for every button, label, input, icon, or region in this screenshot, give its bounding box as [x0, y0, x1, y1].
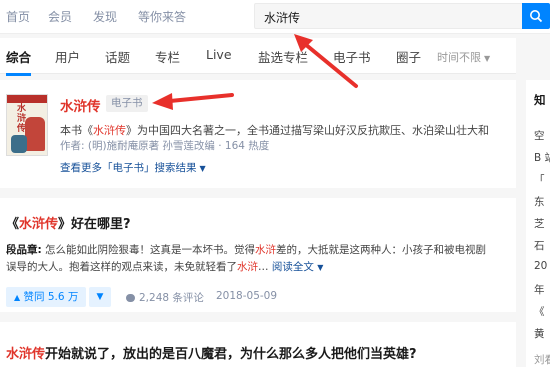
time-filter-label: 时间不限	[437, 51, 481, 64]
answer-date: 2018-05-09	[216, 290, 278, 302]
desc-pre: 本书《	[60, 124, 93, 137]
answer-excerpt[interactable]: 段品章: 怎么能如此阴险狠毒！这真是一本坏书。觉得水浒差的，大抵就是这两种人：小…	[6, 242, 511, 276]
answer-highlight-2: 水浒	[237, 261, 258, 273]
question-result-card: 《水浒传》好在哪里? 段品章: 怎么能如此阴险狠毒！这真是一本坏书。觉得水浒差的…	[0, 198, 516, 312]
sidebar-footer: 刘看	[534, 354, 550, 366]
chevron-down-icon: ▼	[199, 164, 206, 173]
question-title-link[interactable]: 《水浒传》好在哪里?	[6, 213, 131, 232]
answer-text-2a: 误导的大人。抱着这样的观点来读，未免就轻看了	[6, 261, 237, 273]
time-filter-dropdown[interactable]: 时间不限 ▼	[437, 49, 490, 65]
read-full-label: 阅读全文	[271, 261, 314, 273]
sidebar-item[interactable]: 《	[534, 304, 545, 319]
q-post: 》好在哪里?	[58, 217, 131, 232]
upvote-label: 赞同 5.6 万	[23, 291, 79, 303]
search-value: 水浒传	[264, 11, 301, 25]
sidebar-item[interactable]: B 站	[534, 150, 550, 165]
q2-highlight: 水浒传	[6, 347, 46, 362]
chevron-down-icon: ▼	[484, 54, 491, 63]
comments-button[interactable]: 2,248 条评论	[126, 290, 204, 305]
sidebar-item[interactable]: 东	[534, 194, 545, 209]
tab-all[interactable]: 综合	[6, 47, 32, 76]
tab-live[interactable]: Live	[206, 47, 232, 62]
nav-waiting-answer[interactable]: 等你来答	[138, 8, 186, 25]
tab-salt-columns[interactable]: 盐选专栏	[258, 47, 308, 66]
answer-highlight-1: 水浒	[255, 244, 277, 256]
tab-columns[interactable]: 专栏	[155, 47, 180, 66]
answer-author[interactable]: 段品章:	[6, 244, 42, 256]
sidebar-item[interactable]: 空	[534, 128, 545, 143]
sidebar-item[interactable]: 黄	[534, 326, 545, 341]
q-highlight: 水浒传	[19, 217, 59, 232]
ebook-badge: 电子书	[106, 95, 148, 112]
search-button[interactable]	[522, 3, 550, 29]
sidebar-item[interactable]: 芝	[534, 216, 545, 231]
cover-band	[7, 95, 47, 103]
desc-post: 》为中国四大名著之一，全书通过描写梁山好汉反抗欺压、水泊梁山壮大和	[126, 124, 489, 137]
q-pre: 《	[6, 217, 20, 232]
answer-text-1a: 怎么能如此阴险狠毒！这真是一本坏书。觉得	[41, 244, 256, 256]
tab-circles[interactable]: 圈子	[396, 47, 421, 66]
top-nav: 首页 会员 发现 等你来答 水浒传	[0, 0, 550, 34]
answer-text-2b: …	[258, 261, 269, 273]
sidebar-item[interactable]: 石	[534, 238, 545, 253]
answer-text-1b: 差的，大抵就是这两种人：小孩子和被电视剧	[276, 244, 487, 256]
tab-users[interactable]: 用户	[55, 47, 80, 66]
search-input[interactable]: 水浒传	[254, 3, 524, 29]
more-ebooks-link[interactable]: 查看更多「电子书」搜索结果 ▼	[60, 160, 206, 175]
comments-label: 2,248 条评论	[139, 292, 204, 304]
read-full-link[interactable]: 阅读全文 ▼	[272, 261, 324, 273]
question-title-link-2[interactable]: 水浒传开始就说了，放出的是百八魔君，为什么那么多人把他们当英雄?	[6, 343, 417, 362]
search-icon	[530, 10, 543, 23]
upvote-triangle-icon: ▲	[14, 293, 21, 302]
sidebar-item[interactable]: 「	[534, 172, 545, 187]
tab-topics[interactable]: 话题	[105, 47, 130, 66]
tab-ebooks[interactable]: 电子书	[333, 47, 371, 66]
chevron-down-icon: ▼	[317, 263, 324, 272]
book-cover-image[interactable]: 水浒传	[6, 94, 48, 156]
comment-icon	[126, 294, 135, 302]
search-type-tabs: 综合 用户 话题 专栏 Live 盐选专栏 电子书 圈子 时间不限 ▼	[0, 38, 516, 76]
right-sidebar: 知 空 B 站 「 东 芝 石 20 年 《 黄 刘看	[526, 80, 550, 367]
book-description: 本书《水浒传》为中国四大名著之一，全书通过描写梁山好汉反抗欺压、水泊梁山壮大和	[60, 122, 506, 138]
downvote-triangle-icon: ▼	[96, 292, 104, 302]
nav-home[interactable]: 首页	[6, 8, 30, 25]
nav-member[interactable]: 会员	[48, 8, 72, 25]
more-ebooks-label: 查看更多「电子书」搜索结果	[60, 162, 197, 174]
nav-discover[interactable]: 发现	[93, 8, 117, 25]
downvote-button[interactable]: ▼	[89, 287, 111, 307]
sidebar-heading: 知	[534, 93, 546, 107]
cover-figure	[25, 117, 45, 151]
ebook-result-card: 水浒传 水浒传 电子书 本书《水浒传》为中国四大名著之一，全书通过描写梁山好汉反…	[0, 80, 516, 188]
upvote-button[interactable]: ▲ 赞同 5.6 万	[6, 287, 86, 307]
question-result-card-2: 水浒传开始就说了，放出的是百八魔君，为什么那么多人把他们当英雄?	[0, 322, 516, 367]
q2-post: 开始就说了，放出的是百八魔君，为什么那么多人把他们当英雄?	[45, 347, 417, 362]
book-author-meta: 作者: (明)施耐庵原著 孙雪莲改编 · 164 热度	[60, 140, 270, 152]
sidebar-item[interactable]: 20	[534, 260, 547, 272]
book-title-link[interactable]: 水浒传	[60, 95, 101, 115]
cover-figure-2	[11, 135, 27, 153]
sidebar-item[interactable]: 年	[534, 282, 545, 297]
desc-highlight: 水浒传	[93, 124, 126, 137]
